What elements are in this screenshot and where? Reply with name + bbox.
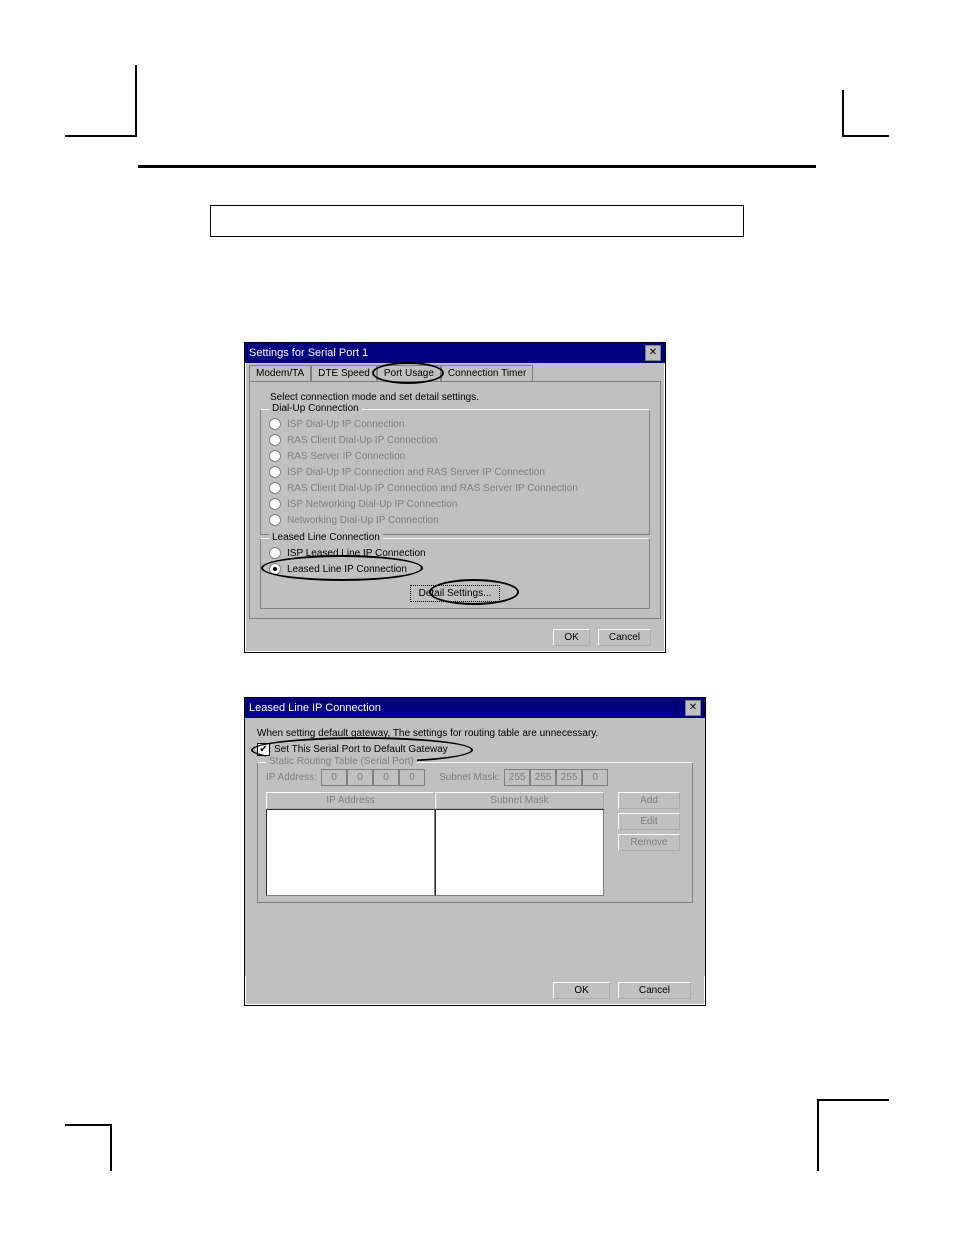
radio-isp-leased[interactable]: ISP Leased Line IP Connection [269, 545, 641, 561]
mask-octet: 255 [504, 769, 530, 786]
ip-octet: 0 [347, 769, 373, 786]
ok-button[interactable]: OK [553, 982, 609, 999]
detail-settings-row: Detail Settings... [269, 585, 641, 602]
titlebar: Settings for Serial Port 1 ✕ [245, 343, 665, 363]
static-routing-group: Static Routing Table (Serial Port) IP Ad… [257, 762, 693, 903]
note-label: When setting default gateway, The settin… [257, 728, 598, 739]
radio-ras-client-dialup: RAS Client Dial-Up IP Connection [269, 432, 641, 448]
default-gateway-row: ✔ Set This Serial Port to Default Gatewa… [257, 743, 693, 756]
radio-ras-server: RAS Server IP Connection [269, 448, 641, 464]
radio-icon [269, 434, 281, 446]
group-label: Dial-Up Connection [269, 403, 362, 414]
radio-icon [269, 563, 281, 575]
close-icon[interactable]: ✕ [645, 345, 661, 361]
button-bar: OK Cancel [245, 623, 665, 652]
settings-serial-port-dialog: Settings for Serial Port 1 ✕ Modem/TA DT… [244, 342, 666, 653]
tab-dte-speed[interactable]: DTE Speed [311, 365, 377, 381]
mask-octet: 255 [530, 769, 556, 786]
dialog-body: Select connection mode and set detail se… [249, 381, 661, 619]
table-buttons: Add Edit Remove [614, 792, 684, 896]
radio-label: ISP Dial-Up IP Connection [287, 419, 404, 430]
cancel-button[interactable]: Cancel [598, 629, 651, 646]
radio-icon [269, 418, 281, 430]
tab-label: Port Usage [384, 368, 434, 379]
crop-mark [65, 65, 137, 137]
ip-octet: 0 [399, 769, 425, 786]
mask-octet: 255 [556, 769, 582, 786]
radio-isp-dialup-ras-server: ISP Dial-Up IP Connection and RAS Server… [269, 464, 641, 480]
header-rule [138, 165, 816, 168]
tab-port-usage[interactable]: Port Usage [377, 365, 441, 381]
radio-isp-networking-dialup: ISP Networking Dial-Up IP Connection [269, 496, 641, 512]
radio-icon [269, 514, 281, 526]
crop-mark [65, 1124, 112, 1171]
button-bar: OK Cancel [245, 976, 705, 1005]
subnet-mask-label: Subnet Mask: [439, 772, 500, 783]
col-mask-header: Subnet Mask [435, 792, 604, 809]
radio-leased-line[interactable]: Leased Line IP Connection [269, 561, 641, 577]
ip-address-label: IP Address: [266, 772, 317, 783]
group-label: Static Routing Table (Serial Port) [266, 756, 417, 767]
ip-entry-row: IP Address: 0 0 0 0 Subnet Mask: 255 255… [266, 769, 684, 786]
crop-mark [817, 1099, 889, 1171]
checkbox-label: Set This Serial Port to Default Gateway [274, 744, 448, 755]
edit-button: Edit [618, 813, 680, 830]
tab-strip: Modem/TA DTE Speed Port Usage Connection… [249, 365, 661, 381]
dialog-body: When setting default gateway, The settin… [245, 718, 705, 976]
radio-icon [269, 466, 281, 478]
ip-address-field: 0 0 0 0 [321, 769, 425, 786]
radio-label: ISP Leased Line IP Connection [287, 548, 426, 559]
crop-mark [842, 90, 889, 137]
remove-button: Remove [618, 834, 680, 851]
subnet-mask-field: 255 255 255 0 [504, 769, 608, 786]
ip-octet: 0 [321, 769, 347, 786]
group-label: Leased Line Connection [269, 532, 383, 543]
radio-networking-dialup: Networking Dial-Up IP Connection [269, 512, 641, 528]
radio-icon [269, 547, 281, 559]
radio-label: Leased Line IP Connection [287, 564, 407, 575]
routing-table: IP Address Subnet Mask [266, 792, 604, 896]
ok-button[interactable]: OK [553, 629, 589, 646]
radio-icon [269, 450, 281, 462]
radio-label: Networking Dial-Up IP Connection [287, 515, 439, 526]
dialog-title: Leased Line IP Connection [249, 702, 381, 714]
radio-label: ISP Networking Dial-Up IP Connection [287, 499, 457, 510]
mask-octet: 0 [582, 769, 608, 786]
tab-modem-ta[interactable]: Modem/TA [249, 365, 311, 381]
radio-ras-client-ras-server: RAS Client Dial-Up IP Connection and RAS… [269, 480, 641, 496]
instruction-text: Select connection mode and set detail se… [270, 392, 650, 403]
radio-icon [269, 498, 281, 510]
spacer [257, 906, 693, 966]
close-icon[interactable]: ✕ [685, 700, 701, 716]
radio-label: ISP Dial-Up IP Connection and RAS Server… [287, 467, 545, 478]
radio-icon [269, 482, 281, 494]
cancel-button[interactable]: Cancel [618, 982, 691, 999]
table-area: IP Address Subnet Mask Add Edit Remove [266, 792, 684, 896]
radio-label: RAS Server IP Connection [287, 451, 405, 462]
dialup-group: Dial-Up Connection ISP Dial-Up IP Connec… [260, 409, 650, 535]
detail-settings-button[interactable]: Detail Settings... [410, 585, 501, 602]
titlebar: Leased Line IP Connection ✕ [245, 698, 705, 718]
default-gateway-checkbox[interactable]: ✔ [257, 743, 270, 756]
ip-octet: 0 [373, 769, 399, 786]
col-ip-header: IP Address [266, 792, 435, 809]
mask-list [435, 809, 604, 896]
section-box [210, 205, 744, 237]
radio-label: RAS Client Dial-Up IP Connection and RAS… [287, 483, 578, 494]
leased-group: Leased Line Connection ISP Leased Line I… [260, 538, 650, 609]
tab-connection-timer[interactable]: Connection Timer [441, 365, 533, 381]
ip-list [266, 809, 435, 896]
dialog-title: Settings for Serial Port 1 [249, 347, 368, 359]
leased-line-ip-dialog: Leased Line IP Connection ✕ When setting… [244, 697, 706, 1006]
note-text: When setting default gateway, The settin… [257, 728, 693, 739]
radio-label: RAS Client Dial-Up IP Connection [287, 435, 437, 446]
radio-isp-dialup: ISP Dial-Up IP Connection [269, 416, 641, 432]
add-button: Add [618, 792, 680, 809]
